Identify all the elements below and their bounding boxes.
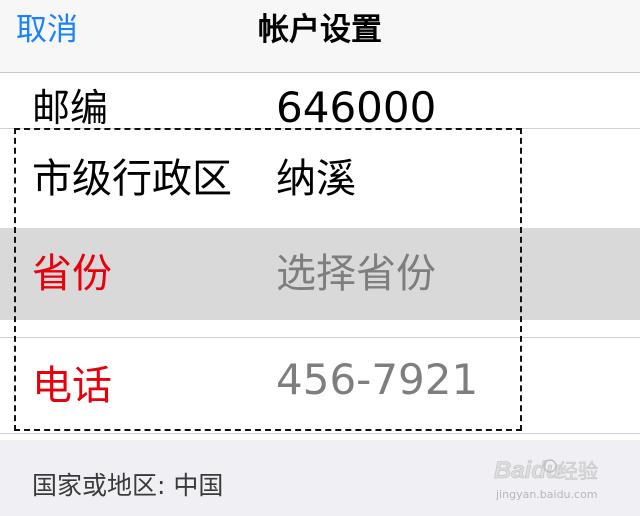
navigation-bar: 取消 帐户设置 [0, 0, 640, 73]
province-select[interactable]: 选择省份 [276, 248, 436, 300]
page-title: 帐户设置 [258, 12, 382, 48]
city-label: 市级行政区 [32, 156, 232, 202]
phone-row[interactable]: 电话 456-7921 [0, 338, 640, 433]
zip-value[interactable]: 646000 [276, 86, 436, 129]
city-value[interactable]: 纳溪 [276, 153, 356, 205]
phone-field[interactable]: 456-7921 [276, 354, 478, 406]
footer: 国家或地区: 中国 [0, 440, 640, 516]
phone-label: 电话 [32, 363, 112, 409]
province-row[interactable]: 省份 选择省份 [0, 228, 640, 320]
province-label: 省份 [32, 251, 112, 297]
country-region-label: 国家或地区: 中国 [32, 471, 224, 500]
divider [0, 433, 640, 434]
zip-label: 邮编 [32, 86, 109, 128]
city-row[interactable]: 市级行政区 纳溪 [0, 129, 640, 227]
